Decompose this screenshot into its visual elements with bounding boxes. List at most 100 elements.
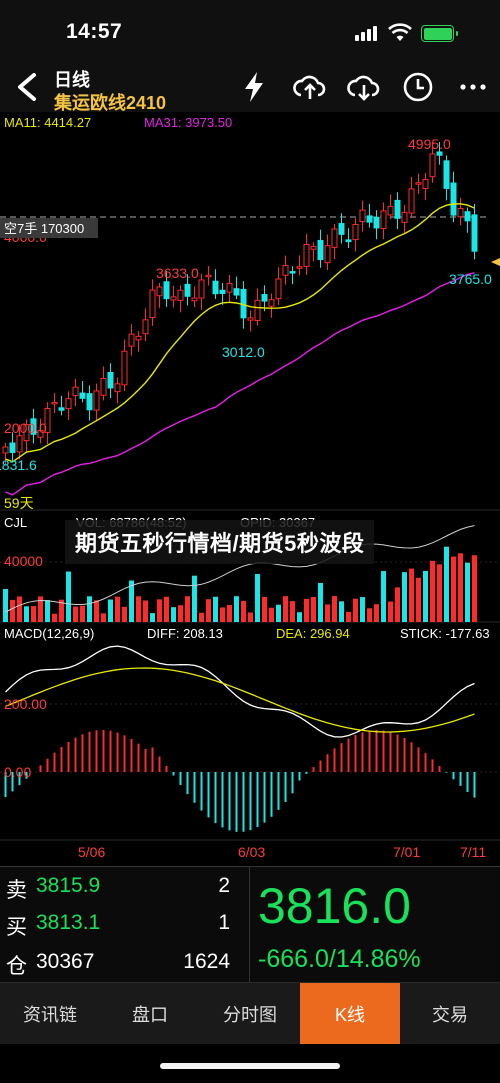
last-price: 3816.0 (258, 878, 411, 934)
candle (79, 392, 86, 399)
candle (324, 245, 331, 264)
candle (317, 239, 324, 260)
candle (275, 278, 282, 300)
back-arrow-icon[interactable] (14, 72, 40, 102)
volume-bar (451, 556, 456, 622)
candle (163, 281, 170, 300)
candle (373, 216, 380, 229)
candle (51, 401, 58, 405)
candle (310, 245, 317, 250)
candle (450, 182, 457, 216)
volume-bar (143, 600, 148, 622)
macd-y0: 0.00 (4, 764, 31, 780)
high-label: 4995.0 (408, 136, 451, 152)
volume-bar (472, 555, 477, 622)
volume-bar (269, 607, 274, 622)
tab-news[interactable]: 资讯链 (0, 983, 100, 1044)
candle (107, 371, 114, 389)
tab-trade[interactable]: 交易 (400, 983, 500, 1044)
buy-qty: 1 (218, 911, 230, 934)
volume-bar (178, 605, 183, 622)
lightning-icon[interactable] (240, 70, 268, 104)
candle (380, 210, 387, 230)
candle (471, 214, 478, 252)
volume-bar (108, 599, 113, 622)
candle (184, 283, 191, 297)
candle (345, 239, 352, 243)
price-change: -666.0/14.86% (258, 945, 421, 973)
candle (191, 297, 198, 302)
date-3: 7/01 (393, 844, 420, 860)
watermark-banner: 期货五秒行情档/期货5秒波段 (65, 520, 375, 564)
volume-bar (157, 599, 162, 622)
battery-icon (421, 25, 458, 42)
candle (100, 377, 107, 396)
volume-bar (304, 598, 309, 622)
tab-kline[interactable]: K线 (300, 983, 400, 1044)
volume-bar (297, 612, 302, 622)
clock-icon[interactable] (402, 70, 434, 104)
wifi-icon (388, 23, 412, 41)
candle (303, 244, 310, 267)
volume-bar (31, 606, 36, 622)
last-label: 3765.0 (449, 271, 492, 287)
dea-value: DEA: 296.94 (276, 626, 350, 641)
order-book: 卖 3815.9 2 买 3813.1 1 仓 30367 1624 (0, 867, 250, 983)
volume-bar (458, 553, 463, 622)
candle (282, 265, 289, 276)
candle (9, 442, 16, 454)
volume-bar (213, 596, 218, 622)
candle (268, 299, 275, 307)
volume-bar (45, 600, 50, 622)
cloud-download-icon[interactable] (346, 70, 380, 104)
candle (219, 289, 226, 294)
volume-bar (255, 574, 260, 622)
tab-orderbook[interactable]: 盘口 (100, 983, 200, 1044)
buy-row: 买 3813.1 1 (6, 911, 230, 939)
volume-bar (409, 568, 414, 622)
candle (65, 398, 72, 410)
signal-icon (355, 26, 377, 41)
volume-bar (192, 575, 197, 622)
volume-bar (402, 572, 407, 622)
candle (254, 299, 261, 322)
volume-bar (374, 604, 379, 622)
candle (331, 228, 338, 248)
volume-bar (465, 562, 470, 622)
date-2: 6/03 (238, 844, 265, 860)
volume-bar (52, 613, 57, 622)
candle (443, 160, 450, 189)
candle (415, 182, 422, 185)
volume-bar (150, 613, 155, 622)
candle (338, 223, 345, 235)
volume-bar (87, 596, 92, 622)
candle (457, 207, 464, 218)
candle (359, 209, 366, 223)
open-interest-row: 仓 30367 1624 (6, 950, 230, 978)
volume-bar (416, 577, 421, 622)
cloud-upload-icon[interactable] (292, 70, 326, 104)
p2000-label: 2000.0 (4, 420, 47, 436)
kline-chart[interactable]: MA11: 4414.27 MA31: 3973.50 4995.0 3765.… (0, 112, 500, 866)
sell-price: 3815.9 (36, 874, 101, 897)
candle (261, 294, 268, 302)
volume-bar (199, 612, 204, 622)
candle (387, 205, 394, 216)
volume-bar (220, 607, 225, 622)
volume-bar (206, 599, 211, 622)
tab-timeshare[interactable]: 分时图 (200, 983, 300, 1044)
bottom-tabs: 资讯链 盘口 分时图 K线 交易 (0, 982, 500, 1044)
status-time: 14:57 (66, 20, 123, 43)
volume-bar (423, 570, 428, 622)
more-icon[interactable] (458, 70, 488, 104)
candle (464, 211, 471, 222)
volume-bar (262, 596, 267, 622)
vol-axis-label: 40000 (4, 553, 43, 569)
volume-bar (10, 599, 15, 622)
candle (121, 350, 128, 386)
sell-qty: 2 (218, 874, 230, 897)
volume-bar (234, 596, 239, 622)
volume-bar (241, 600, 246, 622)
date-1: 5/06 (78, 844, 105, 860)
candle (128, 333, 135, 347)
